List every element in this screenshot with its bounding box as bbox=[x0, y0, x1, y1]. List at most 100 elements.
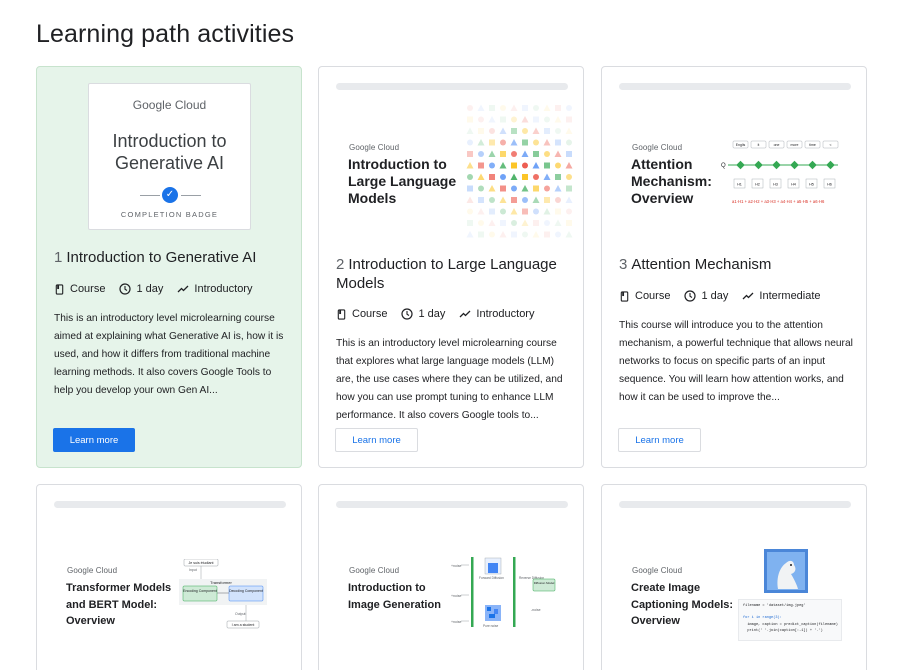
clock-icon bbox=[119, 283, 132, 295]
grid-shape bbox=[499, 162, 507, 169]
forward-label: Forward Diffusion bbox=[479, 576, 504, 580]
code-snippet: filename = 'dataset/img.jpeg' for i in r… bbox=[738, 599, 842, 641]
course-thumbnail: Google Cloud Create Image Captioning Mod… bbox=[602, 519, 866, 669]
grid-shape bbox=[533, 116, 539, 123]
grid-shape bbox=[544, 151, 550, 157]
learn-more-button[interactable]: Learn more bbox=[335, 428, 418, 452]
diffusion-diagram: +noise +noise +noise Forward Diffusion P… bbox=[451, 557, 556, 628]
completion-badge: Google Cloud Introduction to Generative … bbox=[88, 83, 251, 230]
progress-bar bbox=[336, 501, 568, 508]
grid-shape bbox=[522, 128, 528, 134]
card-title[interactable]: 1 Introduction to Generative AI bbox=[54, 248, 290, 267]
noise-tag: +noise bbox=[451, 564, 461, 568]
grid-shape bbox=[511, 151, 517, 157]
card-meta: Course 1 day Introductory bbox=[336, 306, 576, 322]
transformer-diagram: Je suis étudiant Input Transformer Encod… bbox=[179, 559, 267, 629]
learn-more-button[interactable]: Learn more bbox=[53, 428, 135, 452]
card-number: 3 bbox=[619, 256, 628, 273]
svg-text:Q: Q bbox=[721, 163, 726, 169]
grid-shape bbox=[566, 220, 572, 226]
grid-shape bbox=[555, 208, 561, 215]
grid-shape bbox=[554, 116, 562, 123]
grid-shape bbox=[533, 174, 539, 180]
activity-card-4[interactable]: Google Cloud Transformer Models and BERT… bbox=[36, 484, 302, 670]
grid-shape bbox=[467, 208, 473, 215]
activity-card-3[interactable]: Google Cloud Attention Mechanism: Overvi… bbox=[601, 66, 867, 468]
progress-bar bbox=[336, 83, 568, 90]
transformer-output: I am a student bbox=[232, 623, 255, 627]
grid-shape bbox=[521, 150, 529, 157]
hidden-state-label: H5 bbox=[809, 183, 814, 187]
grid-shape bbox=[499, 231, 507, 238]
activity-card-2[interactable]: Google Cloud Introduction to Large Langu… bbox=[318, 66, 584, 468]
learn-more-button[interactable]: Learn more bbox=[618, 428, 701, 452]
clock-icon bbox=[684, 290, 697, 302]
meta-type: Course bbox=[336, 308, 387, 320]
grid-shape bbox=[478, 197, 484, 203]
course-thumbnail: Google Cloud Attention Mechanism: Overvi… bbox=[602, 101, 866, 251]
hidden-state-label: H2 bbox=[755, 183, 760, 187]
grid-shape bbox=[499, 127, 507, 134]
grid-shape bbox=[500, 220, 506, 226]
meta-duration: 1 day bbox=[119, 283, 163, 295]
thumbnail-title: Transformer Models and BERT Model: Overv… bbox=[66, 582, 172, 627]
card-title[interactable]: 2 Introduction to Large Language Models bbox=[336, 255, 572, 293]
grid-shape bbox=[521, 219, 529, 226]
grid-shape bbox=[554, 150, 562, 157]
grid-shape bbox=[510, 173, 518, 180]
course-thumbnail: Google Cloud Introduction to Image Gener… bbox=[319, 519, 583, 669]
grid-shape bbox=[532, 231, 540, 238]
activity-card-6[interactable]: Google Cloud Create Image Captioning Mod… bbox=[601, 484, 867, 670]
grid-shape bbox=[522, 197, 528, 203]
grid-shape bbox=[532, 127, 540, 134]
grid-shape bbox=[466, 127, 474, 134]
grid-shape bbox=[478, 116, 484, 123]
grid-shape bbox=[477, 173, 485, 180]
trending-icon bbox=[742, 292, 754, 300]
grid-shape bbox=[533, 151, 539, 157]
grid-shape bbox=[511, 128, 517, 134]
grid-shape bbox=[565, 231, 573, 238]
course-thumbnail: Google Cloud Transformer Models and BERT… bbox=[37, 519, 301, 669]
page-title: Learning path activities bbox=[36, 20, 295, 48]
attention-node bbox=[790, 160, 799, 170]
grid-shape bbox=[500, 139, 506, 146]
grid-shape bbox=[488, 185, 496, 192]
grid-shape bbox=[500, 208, 506, 215]
card-title[interactable]: 3 Attention Mechanism bbox=[619, 255, 855, 274]
grid-shape bbox=[466, 231, 474, 238]
activity-card-1[interactable]: Google Cloud Introduction to Generative … bbox=[36, 66, 302, 468]
grid-shape bbox=[544, 128, 550, 134]
grid-shape bbox=[544, 197, 550, 203]
grid-shape bbox=[510, 104, 518, 111]
google-cloud-logo: Google Cloud bbox=[132, 98, 207, 112]
grid-shape bbox=[477, 139, 485, 146]
grid-shape bbox=[522, 174, 528, 180]
google-cloud-logo: Google Cloud bbox=[349, 143, 400, 152]
thumbnail-title: Introduction to Image Generation bbox=[348, 582, 441, 611]
grid-shape bbox=[477, 208, 485, 215]
activity-card-5[interactable]: Google Cloud Introduction to Image Gener… bbox=[318, 484, 584, 670]
grid-shape bbox=[489, 197, 495, 203]
grid-shape bbox=[522, 105, 528, 111]
attention-node bbox=[754, 160, 763, 170]
grid-shape bbox=[478, 162, 484, 169]
transformer-label: Transformer bbox=[210, 580, 232, 585]
grid-shape bbox=[467, 105, 473, 111]
attention-diagram: Englis it one more time < Q H1 H2 H3 H4 H5 H6 a1·H… bbox=[721, 140, 839, 204]
meta-duration: 1 day bbox=[401, 308, 445, 320]
progress-bar bbox=[54, 501, 286, 508]
grid-shape bbox=[566, 116, 572, 123]
output-label: Output bbox=[235, 612, 246, 616]
grid-shape bbox=[533, 105, 539, 111]
grid-shape bbox=[478, 185, 484, 192]
hidden-state-label: H1 bbox=[737, 183, 742, 187]
token-label: more bbox=[791, 143, 799, 147]
grid-shape bbox=[554, 185, 562, 192]
card-description: This course will introduce you to the at… bbox=[619, 320, 853, 403]
transformer-input: Je suis étudiant bbox=[189, 561, 214, 565]
denoise-tag: -noise bbox=[531, 608, 541, 612]
badge-subtitle: COMPLETION BADGE bbox=[120, 210, 219, 219]
grid-shape bbox=[521, 116, 529, 123]
grid-shape bbox=[499, 196, 507, 203]
